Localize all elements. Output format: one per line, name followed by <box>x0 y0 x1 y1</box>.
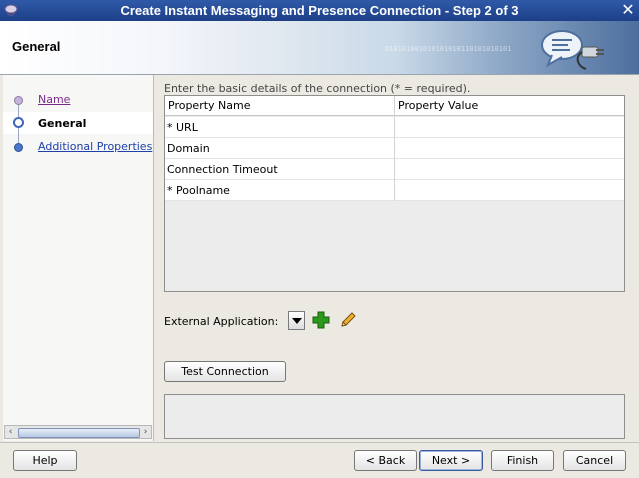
back-button-label: < Back <box>365 454 406 467</box>
table-row-url-value[interactable] <box>395 117 624 138</box>
nav-step-name[interactable]: Name <box>38 93 70 106</box>
chat-bubble-plug-icon <box>541 30 604 70</box>
connection-status-area <box>164 394 625 439</box>
table-row-poolname-value[interactable] <box>395 180 624 201</box>
finish-button-label: Finish <box>506 454 539 467</box>
table-row-timeout-value[interactable] <box>395 159 624 180</box>
scrollbar-thumb[interactable] <box>18 428 140 438</box>
table-row-url-name[interactable]: * URL <box>165 117 394 138</box>
step-visited-icon <box>14 96 23 105</box>
add-icon[interactable] <box>312 311 330 329</box>
step-pending-icon <box>14 143 23 152</box>
instructions-text: Enter the basic details of the connectio… <box>164 82 471 95</box>
help-button-label: Help <box>32 454 58 467</box>
help-button[interactable]: Help <box>13 450 77 471</box>
table-row-timeout-name[interactable]: Connection Timeout <box>165 159 394 180</box>
footer-divider <box>0 442 639 443</box>
next-button-label: Next > <box>431 454 471 467</box>
close-icon[interactable]: ✕ <box>620 2 636 18</box>
property-table: Property Name Property Value * URL Domai… <box>164 95 625 292</box>
table-row-domain-name[interactable]: Domain <box>165 138 394 159</box>
page-title: General <box>12 39 61 54</box>
scroll-left-arrow-icon[interactable]: ‹ <box>5 426 16 438</box>
column-divider <box>394 96 395 201</box>
header-banner: General 010101001010101010110101010101 <box>0 21 639 75</box>
column-header-property-value[interactable]: Property Value <box>394 96 624 116</box>
external-application-dropdown[interactable] <box>288 311 305 330</box>
table-row-poolname-name[interactable]: * Poolname <box>165 180 394 201</box>
test-connection-label: Test Connection <box>181 365 269 378</box>
window-title: Create Instant Messaging and Presence Co… <box>120 3 519 18</box>
external-application-label: External Application: <box>164 315 279 328</box>
back-button[interactable]: < Back <box>354 450 417 471</box>
cancel-button[interactable]: Cancel <box>563 450 626 471</box>
nav-step-additional-properties[interactable]: Additional Properties <box>38 140 152 153</box>
test-connection-button[interactable]: Test Connection <box>164 361 286 382</box>
title-bar: Create Instant Messaging and Presence Co… <box>0 0 639 22</box>
nav-horizontal-scrollbar[interactable]: ‹ › <box>4 425 152 439</box>
cancel-button-label: Cancel <box>575 454 614 467</box>
dropdown-arrow-icon <box>292 318 302 324</box>
nav-step-general: General <box>38 117 87 130</box>
next-button[interactable]: Next > <box>419 450 483 471</box>
table-row-domain-value[interactable] <box>395 138 624 159</box>
header-decoration-text: 010101001010101010110101010101 <box>385 45 512 53</box>
step-current-icon <box>13 117 24 128</box>
scroll-right-arrow-icon[interactable]: › <box>140 426 151 438</box>
finish-button[interactable]: Finish <box>491 450 554 471</box>
column-header-property-name[interactable]: Property Name <box>165 96 394 116</box>
edit-pencil-icon[interactable] <box>339 311 357 329</box>
